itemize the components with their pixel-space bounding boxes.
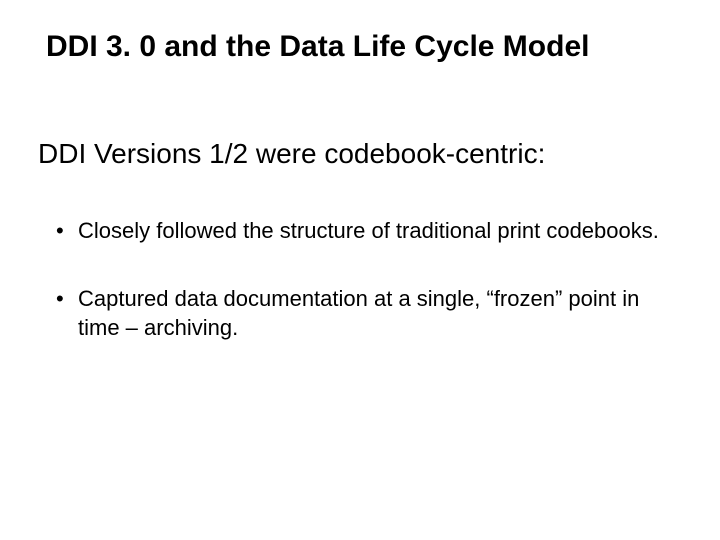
list-item: Closely followed the structure of tradit…	[48, 216, 672, 246]
slide-title: DDI 3. 0 and the Data Life Cycle Model	[46, 28, 672, 66]
bullet-list: Closely followed the structure of tradit…	[48, 216, 672, 343]
list-item: Captured data documentation at a single,…	[48, 284, 672, 343]
slide-subtitle: DDI Versions 1/2 were codebook-centric:	[38, 136, 672, 172]
